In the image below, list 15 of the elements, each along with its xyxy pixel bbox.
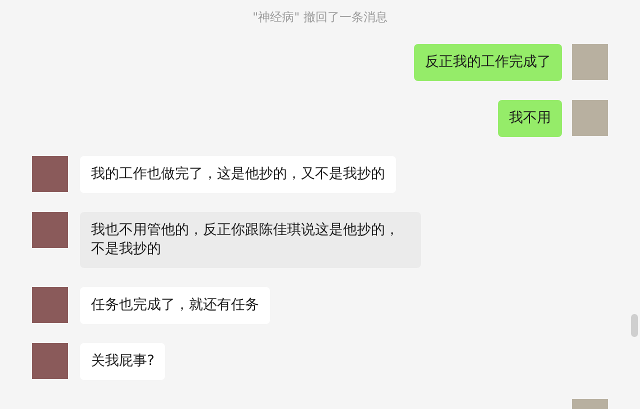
message-bubble[interactable]: 反正我的工作完成了: [414, 44, 562, 81]
message-bubble[interactable]: 任务也完成了，就还有任务: [80, 287, 270, 324]
avatar-photo-placeholder[interactable]: [572, 44, 608, 80]
avatar-photo-placeholder[interactable]: [572, 100, 608, 136]
scrollbar-thumb[interactable]: [631, 314, 638, 337]
avatar-photo-placeholder[interactable]: [32, 212, 68, 248]
avatar-photo-placeholder[interactable]: [32, 287, 68, 323]
avatar-photo-placeholder[interactable]: [572, 399, 608, 409]
avatar-photo-placeholder[interactable]: [32, 343, 68, 379]
recall-notice: "神经病" 撤回了一条消息: [252, 9, 388, 26]
avatar-photo-placeholder[interactable]: [32, 156, 68, 192]
message-bubble[interactable]: 我不用: [498, 100, 562, 137]
message-bubble[interactable]: 关我屁事?: [80, 343, 166, 380]
message-bubble[interactable]: 我也不用管他的，反正你跟陈佳琪说这是他抄的，不是我抄的: [80, 212, 421, 268]
message-bubble[interactable]: 我的工作也做完了，这是他抄的，又不是我抄的: [80, 156, 396, 193]
